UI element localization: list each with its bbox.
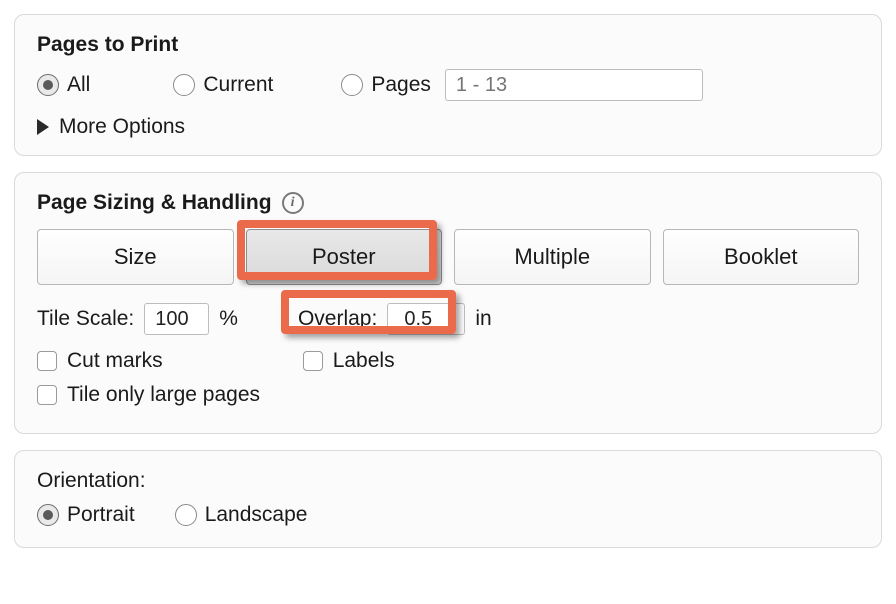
radio-icon: [175, 504, 197, 526]
radio-all[interactable]: All: [37, 73, 90, 97]
tab-multiple-label: Multiple: [514, 244, 590, 270]
disclosure-triangle-icon: [37, 119, 49, 135]
checkbox-icon: [303, 351, 323, 371]
portrait-label: Portrait: [67, 503, 135, 527]
radio-icon: [341, 74, 363, 96]
tile-row: Tile Scale: % Overlap: in: [37, 303, 859, 335]
orientation-title: Orientation:: [37, 469, 859, 493]
checkbox-tile-only-large[interactable]: Tile only large pages: [37, 383, 260, 407]
tile-scale-label: Tile Scale:: [37, 307, 134, 331]
radio-portrait[interactable]: Portrait: [37, 503, 135, 527]
tab-poster[interactable]: Poster: [246, 229, 443, 285]
tab-booklet[interactable]: Booklet: [663, 229, 860, 285]
more-options-label: More Options: [59, 115, 185, 139]
overlap-unit: in: [475, 307, 491, 331]
page-sizing-title: Page Sizing & Handling: [37, 191, 272, 215]
tile-only-large-label: Tile only large pages: [67, 383, 260, 407]
tab-size[interactable]: Size: [37, 229, 234, 285]
labels-label: Labels: [333, 349, 395, 373]
checkbox-icon: [37, 385, 57, 405]
orientation-panel: Orientation: Portrait Landscape: [14, 450, 882, 548]
checkbox-cut-marks[interactable]: Cut marks: [37, 349, 163, 373]
radio-all-label: All: [67, 73, 90, 97]
sizing-tabs: Size Poster Multiple Booklet: [37, 229, 859, 285]
radio-pages[interactable]: Pages: [341, 73, 431, 97]
checkbox-icon: [37, 351, 57, 371]
tab-booklet-label: Booklet: [724, 244, 797, 270]
overlap-label: Overlap:: [298, 307, 377, 331]
radio-pages-label: Pages: [371, 73, 431, 97]
more-options-toggle[interactable]: More Options: [37, 115, 859, 139]
cut-marks-label: Cut marks: [67, 349, 163, 373]
checkbox-labels[interactable]: Labels: [303, 349, 395, 373]
radio-current[interactable]: Current: [173, 73, 273, 97]
landscape-label: Landscape: [205, 503, 308, 527]
tab-size-label: Size: [114, 244, 157, 270]
tile-scale-input[interactable]: [144, 303, 209, 335]
tab-multiple[interactable]: Multiple: [454, 229, 651, 285]
pages-to-print-title: Pages to Print: [37, 33, 859, 57]
info-icon[interactable]: i: [282, 192, 304, 214]
radio-icon: [37, 504, 59, 526]
radio-icon: [37, 74, 59, 96]
pages-range-input[interactable]: [445, 69, 703, 101]
radio-landscape[interactable]: Landscape: [175, 503, 308, 527]
tile-scale-unit: %: [219, 307, 238, 331]
pages-to-print-panel: Pages to Print All Current Pages More Op…: [14, 14, 882, 156]
tab-poster-label: Poster: [312, 244, 376, 270]
overlap-input[interactable]: [387, 303, 465, 335]
page-sizing-panel: Page Sizing & Handling i Size Poster Mul…: [14, 172, 882, 434]
radio-icon: [173, 74, 195, 96]
radio-current-label: Current: [203, 73, 273, 97]
